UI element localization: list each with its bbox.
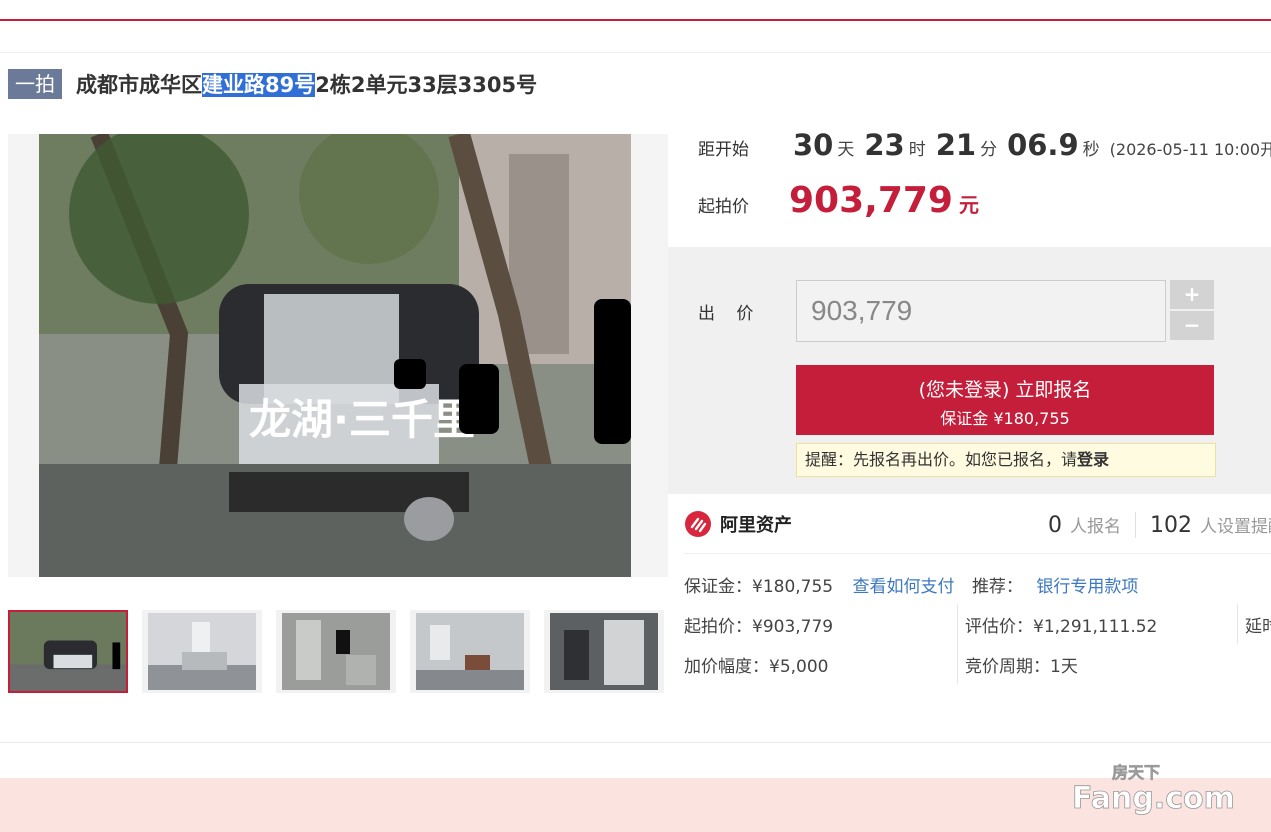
- watermark-line2: Fang.com: [1072, 781, 1235, 816]
- decrease-bid-button[interactable]: −: [1170, 311, 1214, 340]
- login-link[interactable]: 登录: [1077, 450, 1109, 469]
- signup-button[interactable]: (您未登录) 立即报名 保证金 ¥180,755: [796, 365, 1214, 435]
- thumb-bedroom[interactable]: [142, 610, 262, 693]
- countdown-seconds-unit: 秒: [1082, 140, 1100, 160]
- thumb-living[interactable]: [410, 610, 530, 693]
- bank-account-link[interactable]: 银行专用款项: [1036, 577, 1138, 597]
- ali-assets-logo-icon: [685, 511, 711, 537]
- signed-count: 0: [1048, 513, 1062, 538]
- thumb-bathroom[interactable]: [276, 610, 396, 693]
- seller-logo[interactable]: 阿里资产: [684, 510, 792, 538]
- countdown-seconds: 06.9: [1007, 128, 1079, 162]
- start-price-unit: 元: [958, 193, 979, 217]
- detail-start-price: 起拍价：¥903,779: [684, 617, 834, 637]
- thumb-bedroom-image: [148, 613, 256, 690]
- detail-divider-1: [957, 604, 958, 684]
- detail-divider-2: [1237, 604, 1238, 644]
- reminder-label: 人设置提醒: [1200, 517, 1271, 537]
- stat-divider: [1135, 512, 1136, 538]
- thumb-exterior-image: [10, 612, 126, 691]
- detail-cycle: 竞价周期：1天: [965, 657, 1078, 677]
- increase-bid-button[interactable]: +: [1170, 280, 1214, 309]
- main-photo-image: 龙湖·三千里: [39, 134, 631, 577]
- countdown-days: 30: [793, 128, 834, 162]
- signup-deposit-label: 保证金 ¥180,755: [940, 409, 1070, 428]
- countdown-label: 距开始: [698, 140, 749, 160]
- signed-label: 人报名: [1070, 517, 1121, 537]
- how-to-pay-link[interactable]: 查看如何支付: [853, 577, 955, 597]
- title-suffix: 2栋2单元33层3305号: [315, 73, 538, 97]
- countdown-minutes-unit: 分: [980, 140, 998, 160]
- seller-row: 阿里资产 0 人报名 102 人设置提醒: [684, 508, 1271, 554]
- main-photo[interactable]: 龙湖·三千里: [8, 134, 668, 577]
- countdown-row: 距开始 30 天 23 时 21 分 06.9 秒 (2026-05-11 10…: [698, 128, 1271, 162]
- countdown-hours: 23: [864, 128, 905, 162]
- start-price-label: 起拍价: [698, 197, 749, 217]
- start-time-note: (2026-05-11 10:00开拍: [1109, 140, 1271, 159]
- watermark-line1: 房天下: [1112, 763, 1160, 782]
- bid-panel: 出 价 903,779 + − (您未登录) 立即报名 保证金 ¥180,755…: [668, 247, 1271, 494]
- countdown-minutes: 21: [935, 128, 977, 162]
- login-notice: 提醒：先报名再出价。如您已报名，请登录: [796, 443, 1216, 477]
- title-highlight: 建业路89号: [202, 73, 316, 97]
- thumb-kitchen-image: [550, 613, 658, 690]
- title-row: 一拍 成都市成华区建业路89号2栋2单元33层3305号: [8, 68, 537, 100]
- thumb-bathroom-image: [282, 613, 390, 690]
- thumb-exterior[interactable]: [8, 610, 128, 693]
- auction-round-tag: 一拍: [8, 69, 62, 99]
- deposit-row: 保证金：¥180,755 查看如何支付 推荐： 银行专用款项: [684, 572, 1138, 597]
- bid-label: 出 价: [698, 304, 762, 324]
- start-price-value: 903,779: [789, 180, 953, 221]
- thumb-kitchen[interactable]: [544, 610, 664, 693]
- thumbnail-strip: [8, 610, 678, 693]
- title-prefix: 成都市成华区: [76, 73, 202, 97]
- countdown-days-unit: 天: [837, 140, 855, 160]
- page-title: 成都市成华区建业路89号2栋2单元33层3305号: [76, 69, 537, 99]
- photo-sign-text: 龙湖·三千里: [249, 395, 475, 444]
- top-accent-line: [0, 19, 1271, 21]
- bottom-divider: [0, 742, 1271, 743]
- detail-delay: 延时: [1245, 617, 1271, 637]
- detail-increment: 加价幅度：¥5,000: [684, 657, 829, 677]
- seller-stats: 0 人报名 102 人设置提醒: [1048, 512, 1271, 538]
- seller-name: 阿里资产: [720, 515, 792, 536]
- deposit-text: 保证金：¥180,755: [684, 577, 834, 597]
- header-divider: [0, 52, 1271, 53]
- fang-watermark-logo: 房天下 Fang.com: [1072, 763, 1236, 817]
- bid-input[interactable]: 903,779: [796, 280, 1166, 342]
- countdown-hours-unit: 时: [908, 140, 926, 160]
- reminder-count: 102: [1150, 513, 1192, 538]
- notice-text: 提醒：先报名再出价。如您已报名，请: [805, 450, 1078, 469]
- detail-appraisal: 评估价：¥1,291,111.52: [965, 617, 1158, 637]
- start-price-row: 起拍价 903,779 元: [698, 180, 979, 221]
- thumb-living-image: [416, 613, 524, 690]
- recommend-label: 推荐：: [971, 577, 1023, 597]
- signup-button-label: (您未登录) 立即报名: [918, 379, 1092, 401]
